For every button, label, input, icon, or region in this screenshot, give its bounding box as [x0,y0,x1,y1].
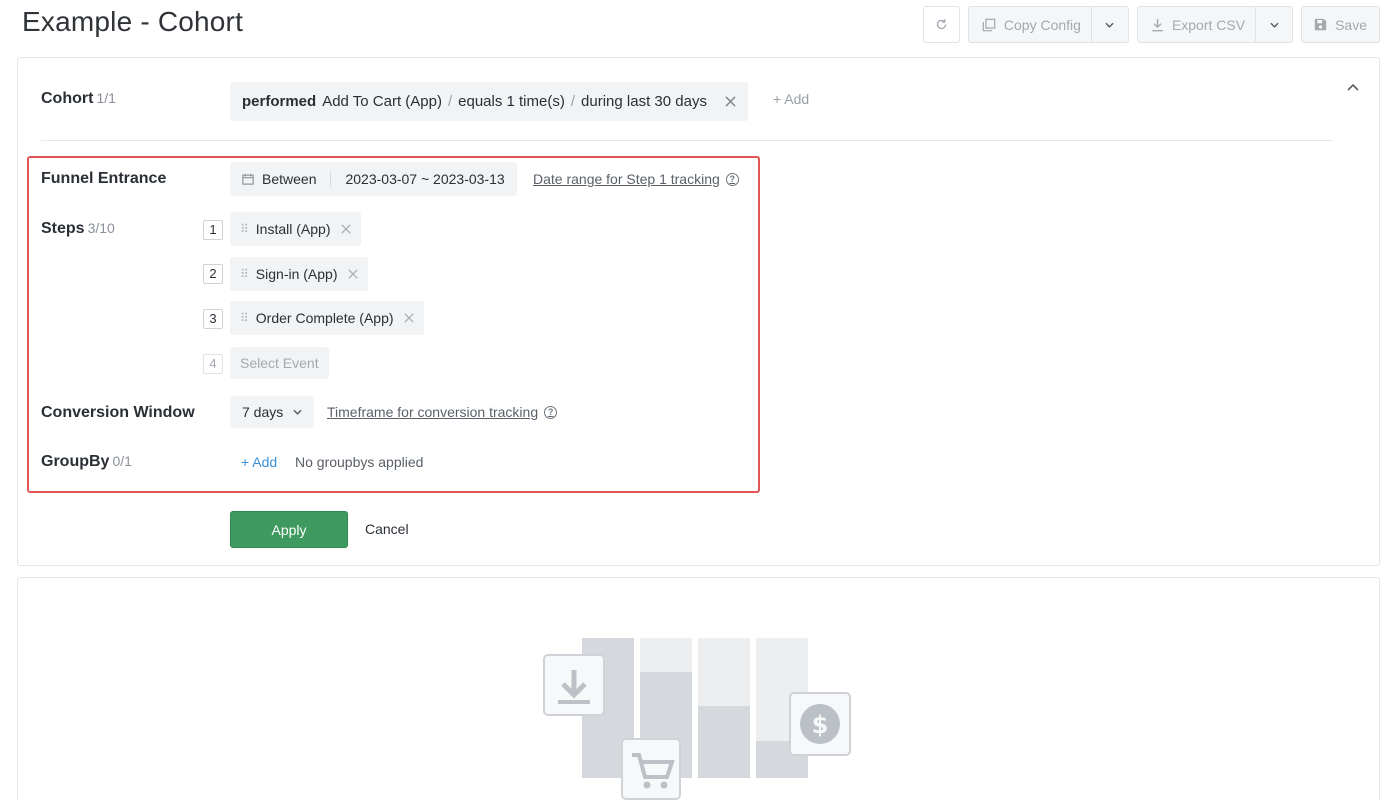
step-event-label: Order Complete (App) [255,310,394,326]
select-event-placeholder: Select Event [240,355,319,371]
toolbar: Copy Config Export CSV Save [922,6,1380,43]
step-event-chip[interactable]: ⠿ Order Complete (App) [230,301,424,335]
copy-config-group: Copy Config [967,6,1129,43]
close-icon [403,313,414,323]
close-icon [725,95,736,107]
step-event-label: Sign-in (App) [255,266,338,282]
groupby-label-text: GroupBy [41,453,110,470]
date-mode: Between [262,171,317,187]
divider [41,140,1333,141]
copy-config-label: Copy Config [1003,16,1081,33]
export-csv-dropdown[interactable] [1256,7,1292,42]
conversion-window-label: Conversion Window [41,404,195,421]
shopping-cart-icon [621,738,681,800]
cohort-condition[interactable]: equals 1 time(s) [458,93,565,110]
steps-label-text: Steps [41,220,85,237]
chevron-down-icon [1105,22,1115,28]
calendar-icon [242,173,254,185]
step-number: 3 [203,309,223,329]
cohort-event[interactable]: Add To Cart (App) [322,93,442,110]
groupby-empty-text: No groupbys applied [295,454,424,470]
date-range-help-link[interactable]: Date range for Step 1 tracking [533,171,720,187]
separator: / [447,93,453,110]
results-panel: $ [17,577,1380,800]
groupby-count: 0/1 [112,453,132,469]
conversion-window-help-link[interactable]: Timeframe for conversion tracking [327,404,538,420]
select-event-dropdown[interactable]: Select Event [230,347,329,379]
save-label: Save [1335,16,1367,33]
step-event-label: Install (App) [255,221,331,237]
conversion-window-select[interactable]: 7 days [230,396,315,428]
remove-step-button[interactable] [403,310,414,326]
close-icon [340,224,351,234]
funnel-empty-state-illustration: $ [543,638,851,800]
drag-handle-icon[interactable]: ⠿ [240,222,249,236]
cohort-label-text: Cohort [41,90,94,107]
remove-step-button[interactable] [347,266,358,282]
remove-step-button[interactable] [340,221,351,237]
groupby-label: GroupBy 0/1 [41,453,132,471]
cohort-filter-chip[interactable]: performed Add To Cart (App) / equals 1 t… [230,82,748,121]
date-range-picker[interactable]: Between 2023-03-07 ~ 2023-03-13 [230,162,517,196]
divider [330,171,332,187]
funnel-entrance-label: Funnel Entrance [41,170,167,187]
chevron-down-icon [293,409,302,415]
copy-icon [982,18,996,31]
question-icon[interactable]: ? [544,405,558,419]
export-csv-label: Export CSV [1171,16,1246,33]
download-icon [1152,18,1163,31]
chevron-down-icon [1269,22,1279,28]
cancel-button[interactable]: Cancel [365,521,409,537]
step-event-chip[interactable]: ⠿ Sign-in (App) [230,257,368,291]
page-title: Example - Cohort [22,6,244,37]
step-number: 2 [203,264,223,284]
question-icon[interactable]: ? [725,172,739,186]
remove-cohort-button[interactable] [725,94,736,110]
export-csv-button[interactable]: Export CSV [1138,7,1257,42]
cohort-period[interactable]: during last 30 days [581,93,707,110]
add-groupby-button[interactable]: + Add [241,454,277,470]
copy-config-button[interactable]: Copy Config [969,7,1092,42]
conversion-window-help[interactable]: Timeframe for conversion tracking ? [327,404,558,420]
date-range-value: 2023-03-07 ~ 2023-03-13 [345,171,505,187]
close-icon [347,269,358,279]
step-number: 4 [203,354,223,374]
cohort-label: Cohort 1/1 [41,90,116,108]
query-config-panel: Cohort 1/1 performed Add To Cart (App) / … [17,57,1380,566]
download-icon [543,654,605,716]
svg-text:$: $ [812,711,829,739]
cohort-count: 1/1 [96,90,116,106]
collapse-button[interactable] [1347,78,1359,94]
drag-handle-icon[interactable]: ⠿ [240,311,249,325]
chevron-up-icon [1347,83,1359,91]
step-event-chip[interactable]: ⠿ Install (App) [230,212,361,246]
conversion-window-value: 7 days [242,404,284,420]
steps-label: Steps 3/10 [41,220,115,238]
dollar-icon: $ [789,692,851,756]
separator: / [570,93,576,110]
copy-config-dropdown[interactable] [1092,7,1128,42]
export-csv-group: Export CSV [1136,6,1294,43]
add-cohort-button[interactable]: + Add [773,91,809,107]
drag-handle-icon[interactable]: ⠿ [240,267,249,281]
refresh-icon [936,19,947,30]
floppy-disk-icon [1314,18,1327,31]
save-button[interactable]: Save [1301,6,1380,43]
date-range-help[interactable]: Date range for Step 1 tracking ? [533,171,739,187]
step-number: 1 [203,220,223,240]
cohort-verb: performed [242,93,317,110]
funnel-column [698,706,750,778]
apply-button[interactable]: Apply [230,511,348,548]
steps-count: 3/10 [87,220,115,236]
refresh-button[interactable] [922,6,960,43]
